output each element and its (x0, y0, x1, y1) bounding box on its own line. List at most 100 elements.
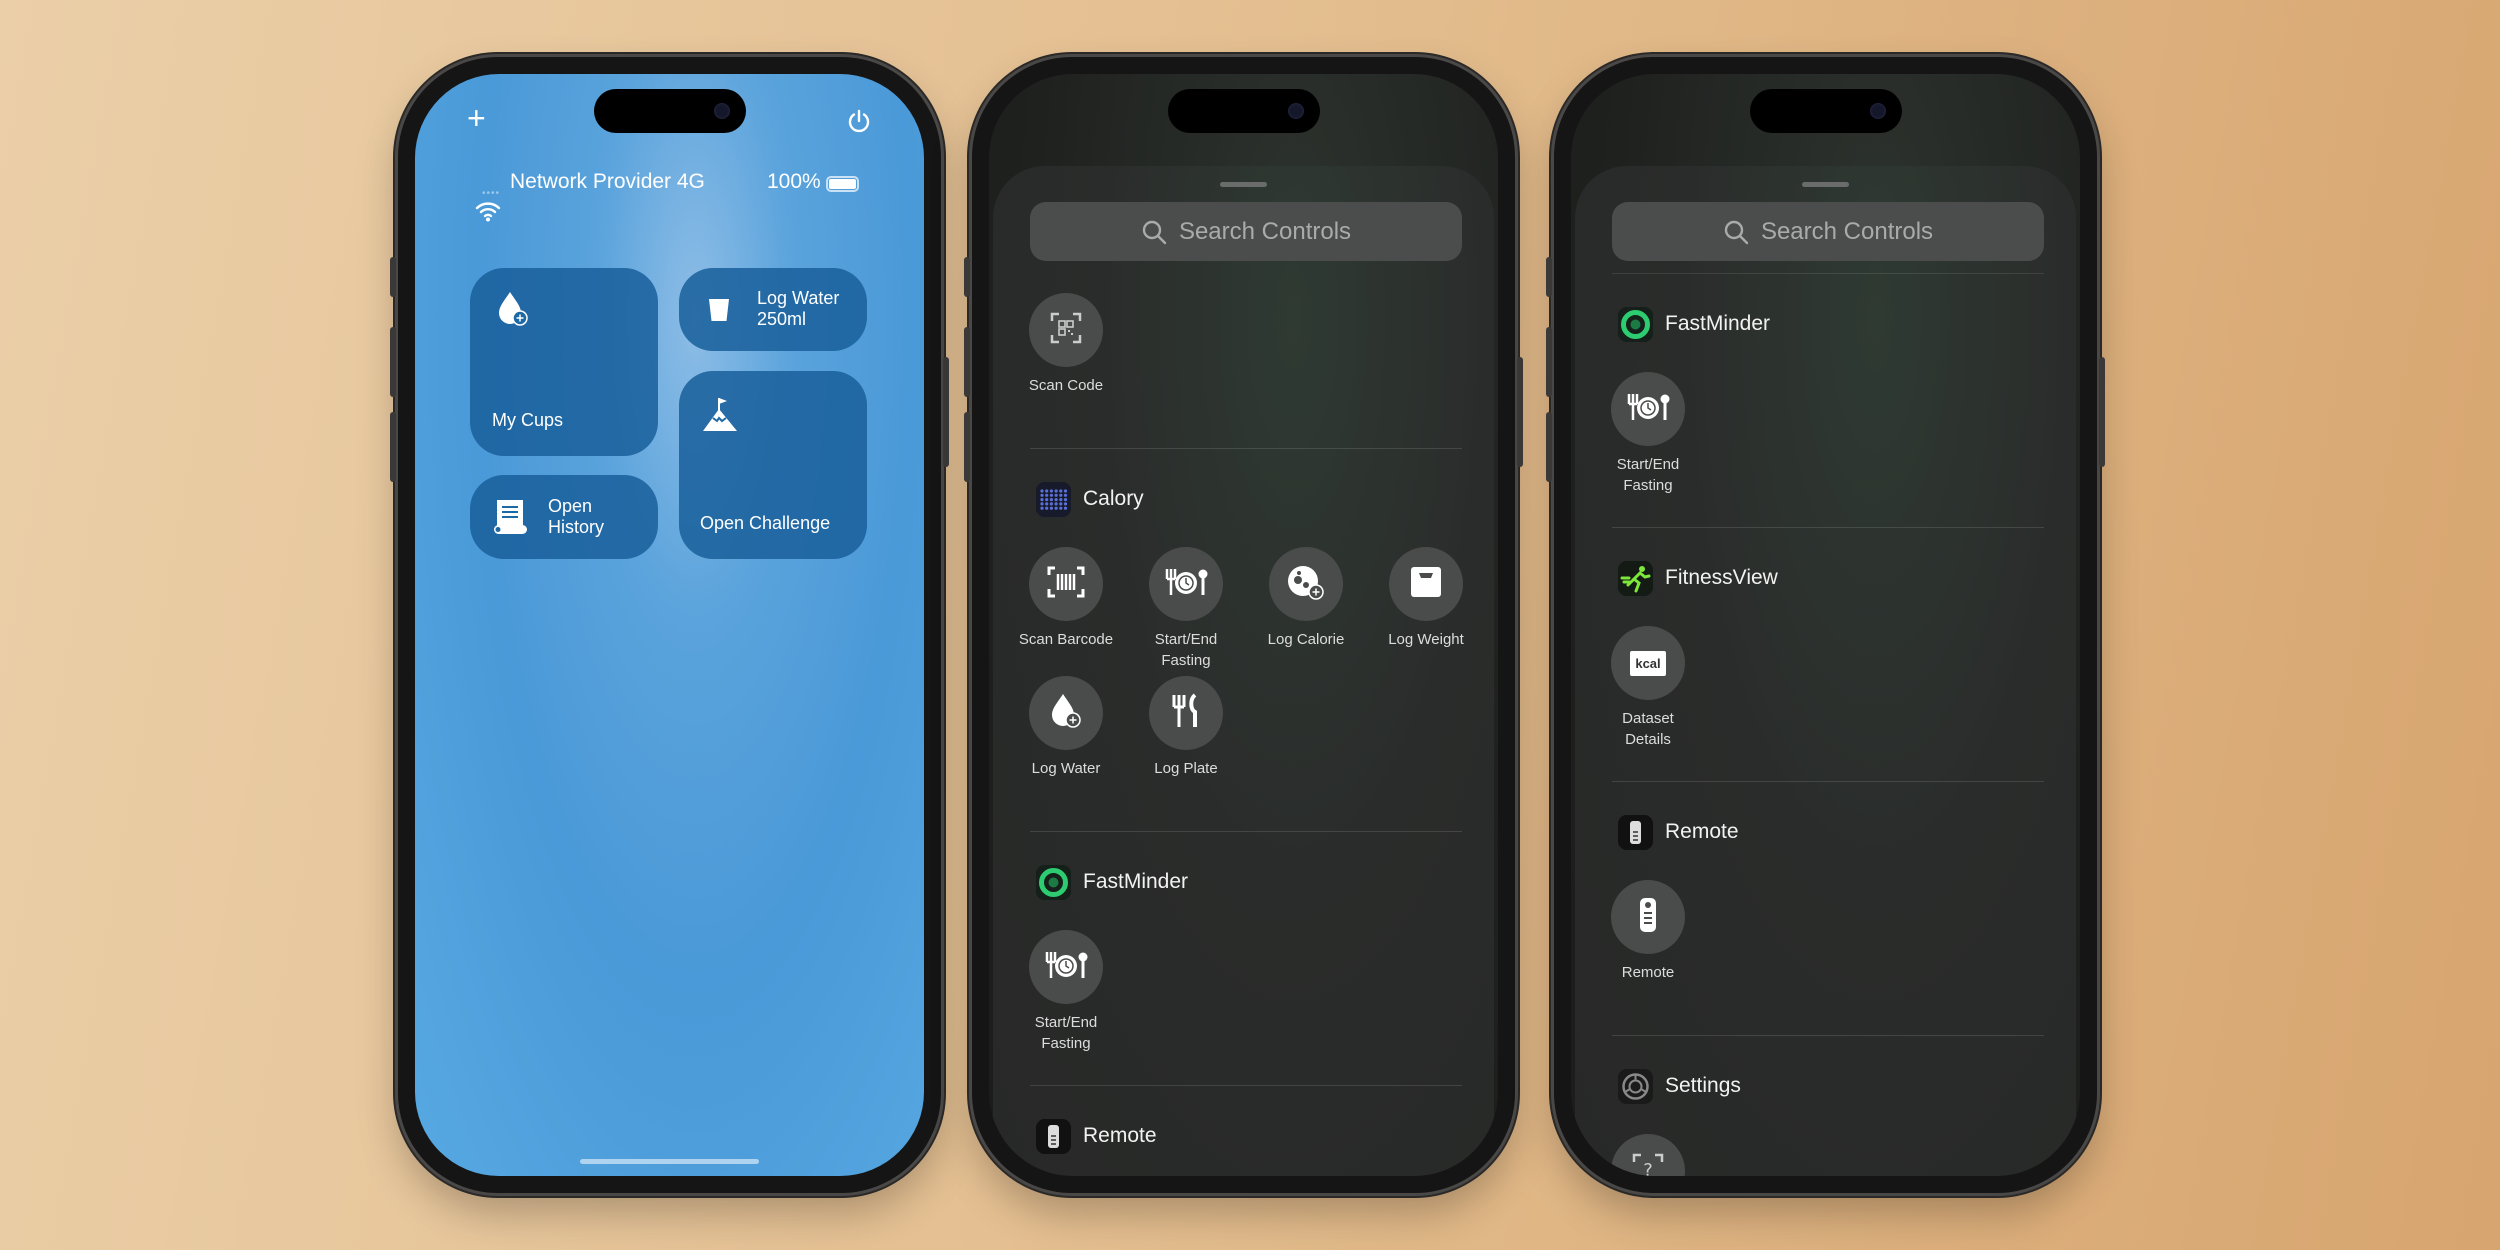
action-button (964, 257, 970, 297)
home-indicator[interactable] (580, 1159, 759, 1164)
controls-grid: Remote (1588, 880, 2044, 1009)
section-fitnessview: FitnessView kcal Dataset Details (1611, 558, 2044, 782)
volume-up-button (964, 327, 970, 397)
control-start-end-fasting[interactable]: Start/End Fasting (1006, 930, 1126, 1059)
section-system: Scan Code (1029, 261, 1462, 449)
volume-down-button (390, 412, 396, 482)
volume-up-button (390, 327, 396, 397)
dynamic-island (594, 89, 746, 133)
phone-controls-gallery-1: Search Controls Scan Code Calory Scan Barc… (964, 57, 1523, 1193)
fork-knife-icon (1171, 692, 1201, 734)
fasting-plate-clock-icon (1163, 565, 1209, 604)
control-log-weight[interactable]: Log Weight (1366, 547, 1486, 676)
app-header-remote: Remote (1618, 812, 2044, 852)
calory-app-icon (1036, 481, 1071, 517)
control-button[interactable] (1269, 547, 1343, 621)
control-button[interactable] (1149, 547, 1223, 621)
battery-percentage: 100% (767, 170, 821, 193)
app-header-remote: Remote (1036, 1116, 1462, 1156)
control-log-plate[interactable]: Log Plate (1126, 676, 1246, 805)
controls-sheet: Search Controls Scan Code Calory Scan Barc… (993, 166, 1494, 1176)
control-button[interactable] (1611, 372, 1685, 446)
section-remote: Remote Remote (1611, 812, 2044, 1036)
control-button[interactable] (1389, 547, 1463, 621)
controls-list[interactable]: Scan Code Calory Scan Barcode Start/End Fas… (1019, 261, 1464, 1176)
my-cups-tile[interactable]: My Cups (470, 268, 658, 456)
question-scan-icon: ? (1631, 1152, 1665, 1176)
search-placeholder: Search Controls (1178, 217, 1352, 245)
controls-gallery-screen: Search Controls Scan Code Calory Scan Barc… (989, 74, 1498, 1176)
control-button[interactable]: kcal (1611, 626, 1685, 700)
remote-app-icon (1036, 1118, 1071, 1154)
control-label: Remote (1621, 964, 1675, 981)
fastminder-app-icon (1618, 306, 1653, 342)
control-button[interactable] (1029, 293, 1103, 367)
control-button[interactable] (1029, 547, 1103, 621)
fitnessview-app-icon (1618, 560, 1653, 596)
dynamic-island (1168, 89, 1320, 133)
controls-grid: Scan Code (1006, 293, 1462, 422)
power-icon[interactable] (846, 108, 872, 134)
tile-label: My Cups (492, 410, 564, 430)
water-drop-plus-icon (1049, 692, 1083, 735)
app-header-fitnessview: FitnessView (1618, 558, 2044, 598)
control-center-screen: + •••• Network Provider 4G 100% My Cups … (415, 74, 924, 1176)
section-fastminder: FastMinder Start/End Fasting (1029, 862, 1462, 1086)
control-dataset-details[interactable]: kcal Dataset Details (1588, 626, 1708, 755)
control-scan-barcode[interactable]: Scan Barcode (1006, 547, 1126, 676)
dynamic-island (1750, 89, 1902, 133)
battery-icon (826, 176, 859, 192)
control-start-end-fasting[interactable]: Start/End Fasting (1588, 372, 1708, 501)
volume-down-button (1546, 412, 1552, 482)
barcode-scan-icon (1046, 565, 1086, 604)
sheet-grabber[interactable] (1802, 182, 1849, 187)
controls-grid: Scan Barcode Start/End Fasting Log Calorie… (1006, 547, 1464, 805)
control-unnamed[interactable]: ? (1588, 1134, 1708, 1176)
control-log-water[interactable]: Log Water (1006, 676, 1126, 805)
controls-grid: kcal Dataset Details (1588, 626, 2044, 755)
sheet-grabber[interactable] (1220, 182, 1267, 187)
controls-grid: Start/End Fasting (1588, 372, 2044, 501)
app-name: Calory (1083, 487, 1144, 510)
control-button[interactable] (1029, 676, 1103, 750)
control-label: Start/End Fasting (1616, 456, 1680, 494)
plus-icon[interactable]: + (467, 100, 486, 136)
section-remote: Remote (1030, 1116, 1462, 1176)
open-challenge-tile[interactable]: Open Challenge (679, 371, 867, 559)
cup-icon (709, 299, 729, 321)
controls-grid: ? (1588, 1134, 2044, 1176)
control-button[interactable] (1149, 676, 1223, 750)
remote-app-icon (1618, 814, 1653, 850)
control-label: Dataset Details (1622, 710, 1674, 748)
control-label: Start/End Fasting (1034, 1014, 1098, 1052)
search-controls-input[interactable]: Search Controls (1030, 202, 1462, 261)
control-remote[interactable]: Remote (1588, 880, 1708, 1009)
control-label: Log Weight (1388, 631, 1464, 648)
phone-control-center: + •••• Network Provider 4G 100% My Cups … (390, 57, 949, 1193)
control-start-end-fasting[interactable]: Start/End Fasting (1126, 547, 1246, 676)
fasting-plate-clock-icon (1043, 948, 1089, 987)
carrier-label: Network Provider 4G (510, 170, 705, 193)
control-button[interactable]: ? (1611, 1134, 1685, 1176)
side-button (2099, 357, 2105, 467)
open-history-tile[interactable]: Open History (470, 475, 658, 559)
volume-down-button (964, 412, 970, 482)
app-header-settings: Settings (1618, 1066, 2044, 1106)
app-name: Remote (1665, 820, 1739, 843)
log-water-tile[interactable]: Log Water 250ml (679, 268, 867, 351)
app-header-calory: Calory (1036, 479, 1462, 519)
control-label: Log Calorie (1267, 631, 1345, 648)
control-log-calorie[interactable]: Log Calorie (1246, 547, 1366, 676)
calorie-plus-icon (1286, 564, 1326, 605)
water-drop-plus-icon (499, 292, 528, 326)
control-button[interactable] (1611, 880, 1685, 954)
control-scan-code[interactable]: Scan Code (1006, 293, 1126, 422)
wifi-icon (475, 202, 501, 222)
app-name: FitnessView (1665, 566, 1778, 589)
search-icon (1142, 220, 1167, 244)
app-header-fastminder: FastMinder (1618, 304, 2044, 344)
search-controls-input[interactable]: Search Controls (1612, 202, 2044, 261)
control-button[interactable] (1029, 930, 1103, 1004)
section-settings: Settings? (1611, 1066, 2044, 1176)
controls-list[interactable]: FastMinder Start/End Fasting FitnessView kc… (1611, 273, 2044, 1176)
